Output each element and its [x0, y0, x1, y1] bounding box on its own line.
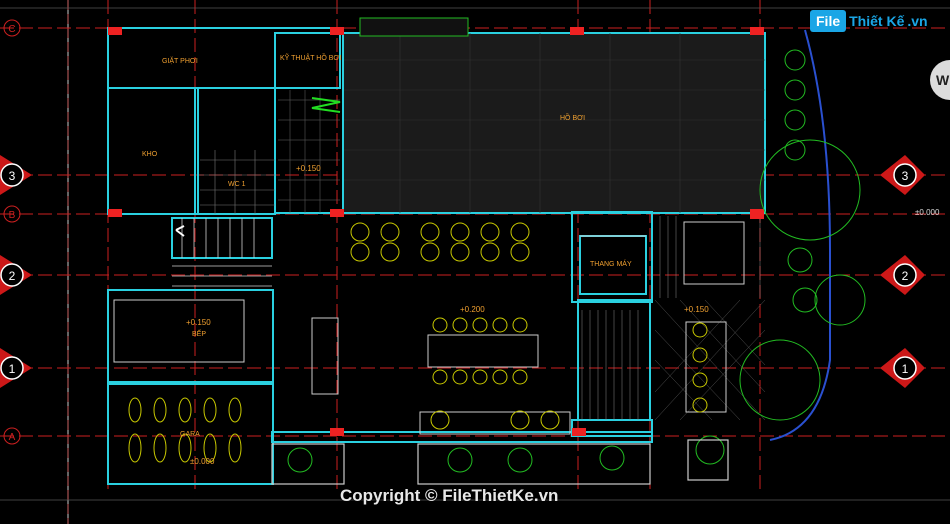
room-label-kitchen: BẾP	[192, 328, 206, 338]
room-label-elevator: THANG MÁY	[590, 259, 632, 268]
grid-label-a: A	[9, 432, 16, 443]
level-label-right: ±0.000	[915, 208, 940, 217]
level-label-dining: +0.200	[460, 305, 485, 314]
level-label-wc: +0.150	[296, 164, 321, 173]
copyright-watermark: Copyright © FileThietKe.vn	[340, 486, 559, 505]
grid-label-b: B	[9, 210, 16, 221]
logo-text: Thiết Kế	[849, 13, 905, 29]
grid-label-c: C	[8, 24, 15, 35]
room-label-wc: WC 1	[228, 181, 246, 188]
floor-plan-canvas: C 3 B 2 1 A 3 2 1 GIẶT PHƠI KỸ THUẬT HỒ …	[0, 0, 950, 524]
logo-box: File	[810, 10, 847, 32]
logo-suffix: .vn	[907, 13, 928, 29]
grid-label-3-right: 3	[902, 169, 909, 183]
grid-label-2-right: 2	[902, 269, 909, 283]
room-label-storage: KHO	[142, 151, 158, 158]
room-label-pool-tech: KỸ THUẬT HỒ BƠI	[280, 52, 341, 62]
level-label-garage: ±0.000	[190, 457, 215, 466]
floor-plan-drawing: C 3 B 2 1 A 3 2 1 GIẶT PHƠI KỸ THUẬT HỒ …	[0, 0, 950, 524]
room-label-garage: GARA	[180, 431, 200, 438]
room-label-laundry: GIẶT PHƠI	[162, 56, 198, 65]
grid-label-1: 1	[9, 362, 16, 376]
grid-label-2: 2	[9, 269, 16, 283]
level-label-kitchen: +0.150	[186, 318, 211, 327]
grid-label-3: 3	[9, 169, 16, 183]
grid-label-1-right: 1	[902, 362, 909, 376]
level-label-terrace: +0.150	[684, 305, 709, 314]
site-logo: File Thiết Kế .vn	[810, 10, 928, 32]
